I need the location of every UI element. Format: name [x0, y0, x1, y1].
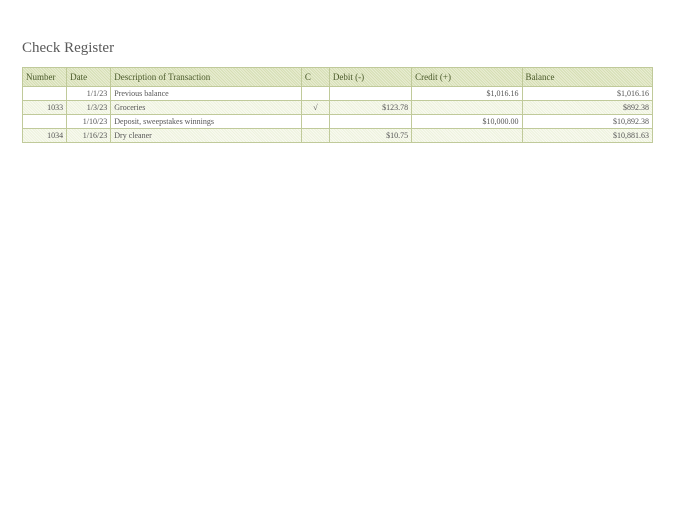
cell-date: 1/1/23 [67, 87, 111, 101]
cell-description: Groceries [111, 101, 302, 115]
table-row: 1034 1/16/23 Dry cleaner $10.75 $10,881.… [23, 129, 653, 143]
cell-c [301, 115, 329, 129]
cell-credit: $10,000.00 [412, 115, 522, 129]
cell-description: Deposit, sweepstakes winnings [111, 115, 302, 129]
cell-balance: $892.38 [522, 101, 652, 115]
register-table: Number Date Description of Transaction C… [22, 67, 653, 143]
header-debit: Debit (-) [329, 68, 411, 87]
cell-credit [412, 101, 522, 115]
cell-number: 1033 [23, 101, 67, 115]
header-row: Number Date Description of Transaction C… [23, 68, 653, 87]
check-register-container: Check Register Number Date Description o… [0, 0, 675, 143]
table-row: 1033 1/3/23 Groceries √ $123.78 $892.38 [23, 101, 653, 115]
cell-date: 1/10/23 [67, 115, 111, 129]
cell-debit: $10.75 [329, 129, 411, 143]
header-number: Number [23, 68, 67, 87]
table-row: 1/10/23 Deposit, sweepstakes winnings $1… [23, 115, 653, 129]
cell-description: Previous balance [111, 87, 302, 101]
header-date: Date [67, 68, 111, 87]
cell-date: 1/16/23 [67, 129, 111, 143]
cell-balance: $10,892.38 [522, 115, 652, 129]
cell-c: √ [301, 101, 329, 115]
table-row: 1/1/23 Previous balance $1,016.16 $1,016… [23, 87, 653, 101]
cell-credit [412, 129, 522, 143]
page-title: Check Register [22, 40, 653, 57]
cell-date: 1/3/23 [67, 101, 111, 115]
cell-debit [329, 87, 411, 101]
cell-number: 1034 [23, 129, 67, 143]
cell-credit: $1,016.16 [412, 87, 522, 101]
cell-number [23, 87, 67, 101]
cell-description: Dry cleaner [111, 129, 302, 143]
cell-debit: $123.78 [329, 101, 411, 115]
header-credit: Credit (+) [412, 68, 522, 87]
header-c: C [301, 68, 329, 87]
cell-debit [329, 115, 411, 129]
cell-number [23, 115, 67, 129]
cell-balance: $1,016.16 [522, 87, 652, 101]
header-description: Description of Transaction [111, 68, 302, 87]
header-balance: Balance [522, 68, 652, 87]
cell-balance: $10,881.63 [522, 129, 652, 143]
cell-c [301, 129, 329, 143]
cell-c [301, 87, 329, 101]
